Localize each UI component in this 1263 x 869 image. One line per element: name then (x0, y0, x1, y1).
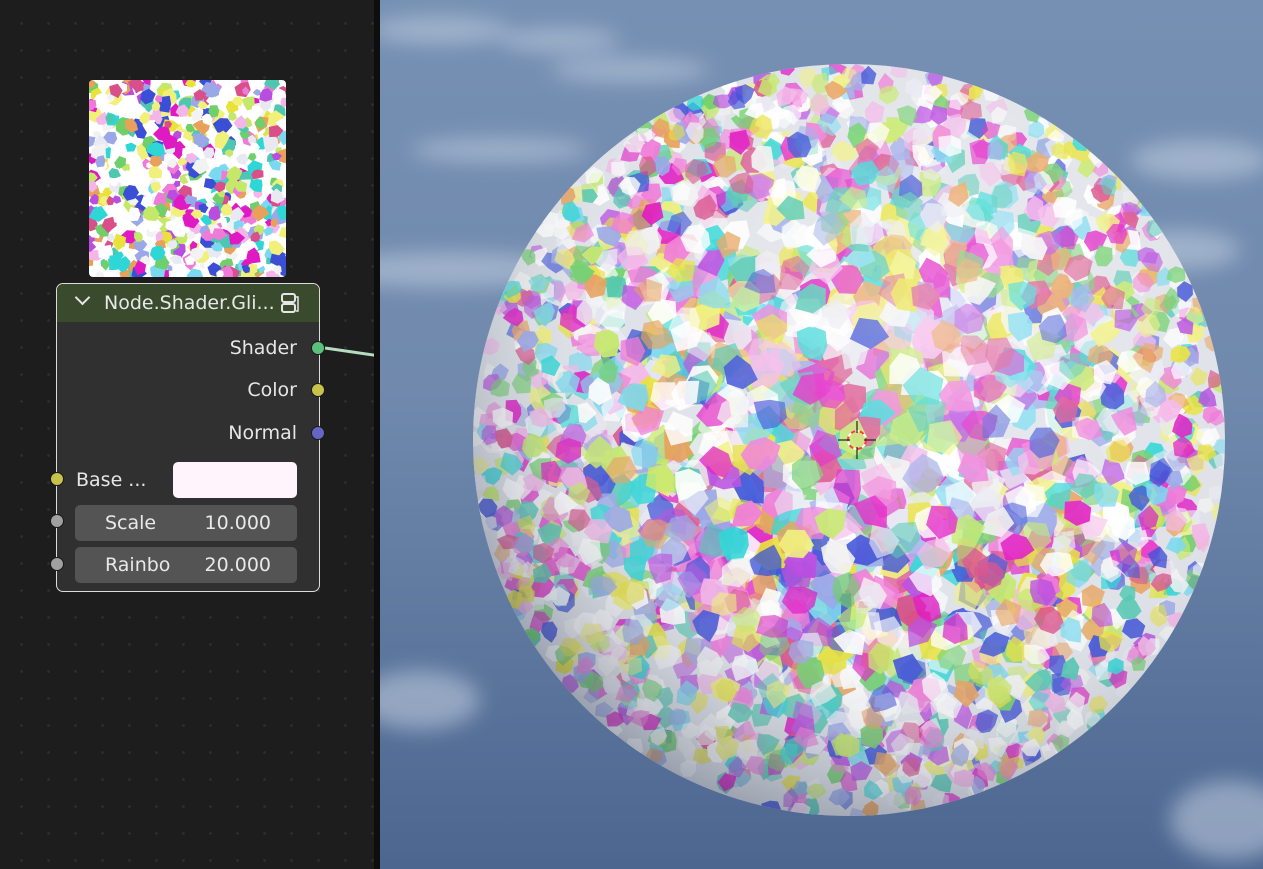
output-shader-label: Shader (229, 337, 297, 359)
collapse-chevron-icon[interactable] (74, 289, 91, 306)
rainbow-label: Rainbo (105, 554, 171, 576)
scale-input-socket[interactable] (50, 514, 64, 528)
glitter-flake (263, 227, 274, 237)
glitter-flake (95, 271, 105, 277)
shader-output-socket[interactable] (311, 341, 325, 355)
rainbow-value: 20.000 (204, 554, 271, 576)
base-color-input-socket[interactable] (50, 472, 64, 486)
glitter-shader-node[interactable]: Node.Shader.Gli... Shader Color Normal B… (56, 283, 320, 592)
rainbow-field[interactable]: Rainbo 20.000 (75, 547, 297, 583)
node-header[interactable]: Node.Shader.Gli... (57, 284, 319, 322)
3d-viewport[interactable] (380, 0, 1263, 869)
glitter-flake (125, 142, 137, 152)
rainbow-input-socket[interactable] (50, 557, 64, 571)
glitter-flake (247, 153, 257, 162)
glitter-flake (236, 153, 249, 166)
input-base-color-label: Base ... (76, 469, 147, 491)
node-group-icon[interactable] (279, 292, 301, 314)
viewport-render (380, 0, 1263, 869)
normal-output-socket[interactable] (311, 426, 325, 440)
3d-cursor-icon (838, 421, 876, 459)
scale-label: Scale (105, 512, 157, 534)
cloud (410, 138, 590, 162)
glitter-flake (186, 268, 204, 277)
glitter-flake (148, 166, 162, 179)
output-normal-label: Normal (228, 422, 297, 444)
cloud (500, 28, 620, 52)
base-color-swatch[interactable] (173, 462, 297, 498)
node-editor[interactable]: Node.Shader.Gli... Shader Color Normal B… (0, 0, 374, 869)
glitter-flake (182, 147, 190, 155)
glitter-flake (278, 226, 286, 239)
texture-preview (89, 80, 286, 277)
glitter-flake (124, 105, 137, 119)
cloud (550, 58, 710, 82)
color-output-socket[interactable] (311, 383, 325, 397)
glitter-preview-image (89, 80, 286, 277)
scale-value: 10.000 (204, 512, 271, 534)
scale-field[interactable]: Scale 10.000 (75, 505, 297, 541)
glitter-flake (208, 166, 222, 180)
glitter-flake (89, 136, 96, 148)
node-title: Node.Shader.Gli... (104, 292, 275, 314)
glitter-flake (228, 111, 237, 121)
output-color-label: Color (247, 379, 297, 401)
